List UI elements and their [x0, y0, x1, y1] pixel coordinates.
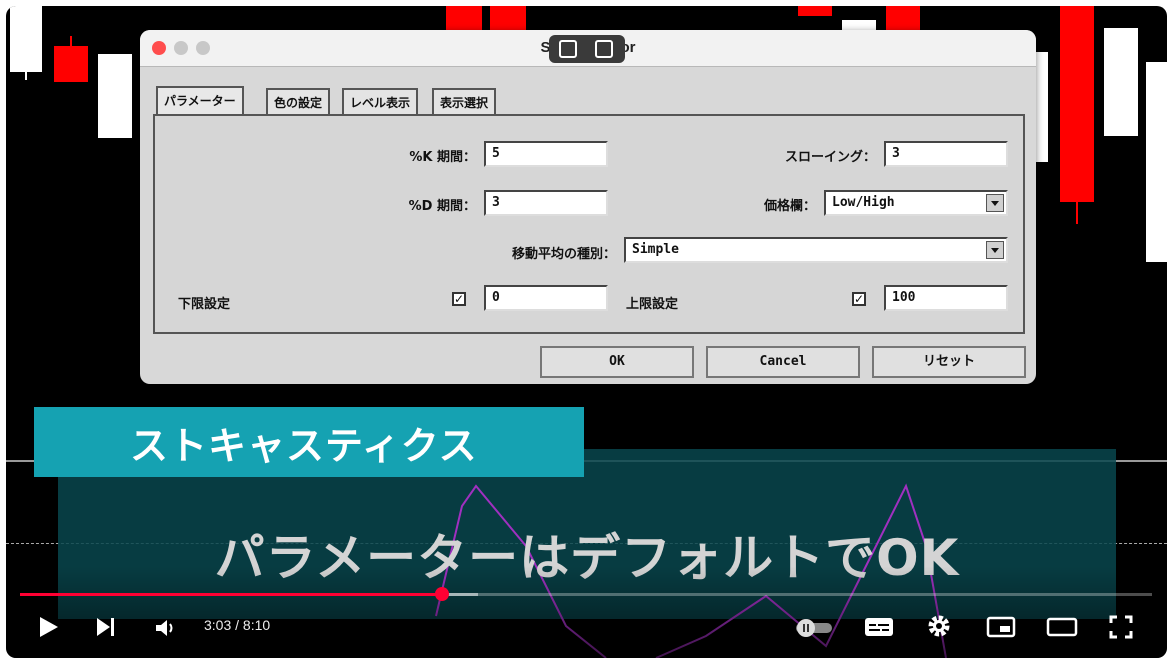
lower-level-input[interactable]: 0: [484, 285, 608, 311]
controls-gradient: [6, 566, 1167, 658]
cancel-button[interactable]: Cancel: [706, 346, 860, 378]
time-display: 3:03 / 8:10: [204, 617, 271, 633]
video-player[interactable]: Stoch cillator パラメーター 色の設定 レベル表示 表示選択 %K…: [6, 6, 1167, 658]
share-screen-icon[interactable]: [595, 40, 613, 58]
subtitles-icon[interactable]: [864, 615, 894, 639]
next-icon[interactable]: [94, 615, 118, 639]
settings-gear-icon[interactable]: [926, 613, 952, 639]
candle-wick: [70, 36, 72, 48]
dialog-titlebar[interactable]: Stoch cillator: [140, 30, 1036, 67]
upper-level-input[interactable]: 100: [884, 285, 1008, 311]
price-field-value: Low/High: [832, 195, 895, 210]
chevron-down-icon[interactable]: [986, 241, 1004, 259]
autoplay-toggle-icon[interactable]: [792, 618, 836, 638]
chevron-down-icon[interactable]: [986, 194, 1004, 212]
ma-method-value: Simple: [632, 242, 679, 257]
fullscreen-icon[interactable]: [1108, 614, 1134, 640]
reset-button[interactable]: リセット: [872, 346, 1026, 378]
candle: [1060, 6, 1094, 202]
lower-level-label: 下限設定: [178, 297, 231, 312]
d-period-label: %D 期間：: [408, 199, 476, 214]
lower-level-checkbox[interactable]: ✓: [452, 292, 466, 306]
candle: [490, 6, 526, 30]
k-period-label: %K 期間：: [409, 150, 476, 165]
slowing-label: スローイング：: [784, 150, 876, 165]
candle: [98, 54, 132, 138]
candle: [1104, 28, 1138, 136]
tab-parameters[interactable]: パラメーター: [156, 86, 244, 114]
play-icon[interactable]: [36, 615, 60, 639]
overlay-icon-bar: [549, 35, 625, 63]
swap-screen-icon[interactable]: [559, 40, 577, 58]
candle: [886, 6, 920, 32]
k-period-input[interactable]: 5: [484, 141, 608, 167]
ma-method-label: 移動平均の種別：: [511, 247, 616, 262]
candle: [10, 6, 42, 72]
ok-button[interactable]: OK: [540, 346, 694, 378]
theater-mode-icon[interactable]: [1046, 615, 1078, 639]
candle: [54, 46, 88, 82]
tab-display-selection[interactable]: 表示選択: [432, 88, 497, 114]
topic-label-text: ストキャスティクス: [130, 424, 478, 468]
topic-label: ストキャスティクス: [34, 407, 584, 477]
slowing-input[interactable]: 3: [884, 141, 1008, 167]
candle-wick: [1076, 200, 1078, 224]
candle: [798, 6, 832, 16]
upper-level-checkbox[interactable]: ✓: [852, 292, 866, 306]
tab-level-display[interactable]: レベル表示: [342, 88, 419, 114]
miniplayer-icon[interactable]: [986, 615, 1016, 639]
candle-wick: [25, 66, 27, 80]
progress-bar[interactable]: [20, 587, 1152, 601]
candle: [1036, 52, 1048, 162]
progress-played: [20, 593, 443, 596]
candle: [1146, 62, 1167, 262]
ma-method-select[interactable]: Simple: [624, 237, 1008, 263]
upper-level-label: 上限設定: [626, 297, 679, 312]
candle: [446, 6, 482, 30]
tab-color-settings[interactable]: 色の設定: [266, 88, 331, 114]
d-period-input[interactable]: 3: [484, 190, 608, 216]
volume-icon[interactable]: [154, 617, 178, 639]
stochastic-oscillator-dialog: Stoch cillator パラメーター 色の設定 レベル表示 表示選択 %K…: [140, 30, 1036, 384]
price-field-select[interactable]: Low/High: [824, 190, 1008, 216]
price-field-label: 価格欄：: [763, 199, 816, 214]
